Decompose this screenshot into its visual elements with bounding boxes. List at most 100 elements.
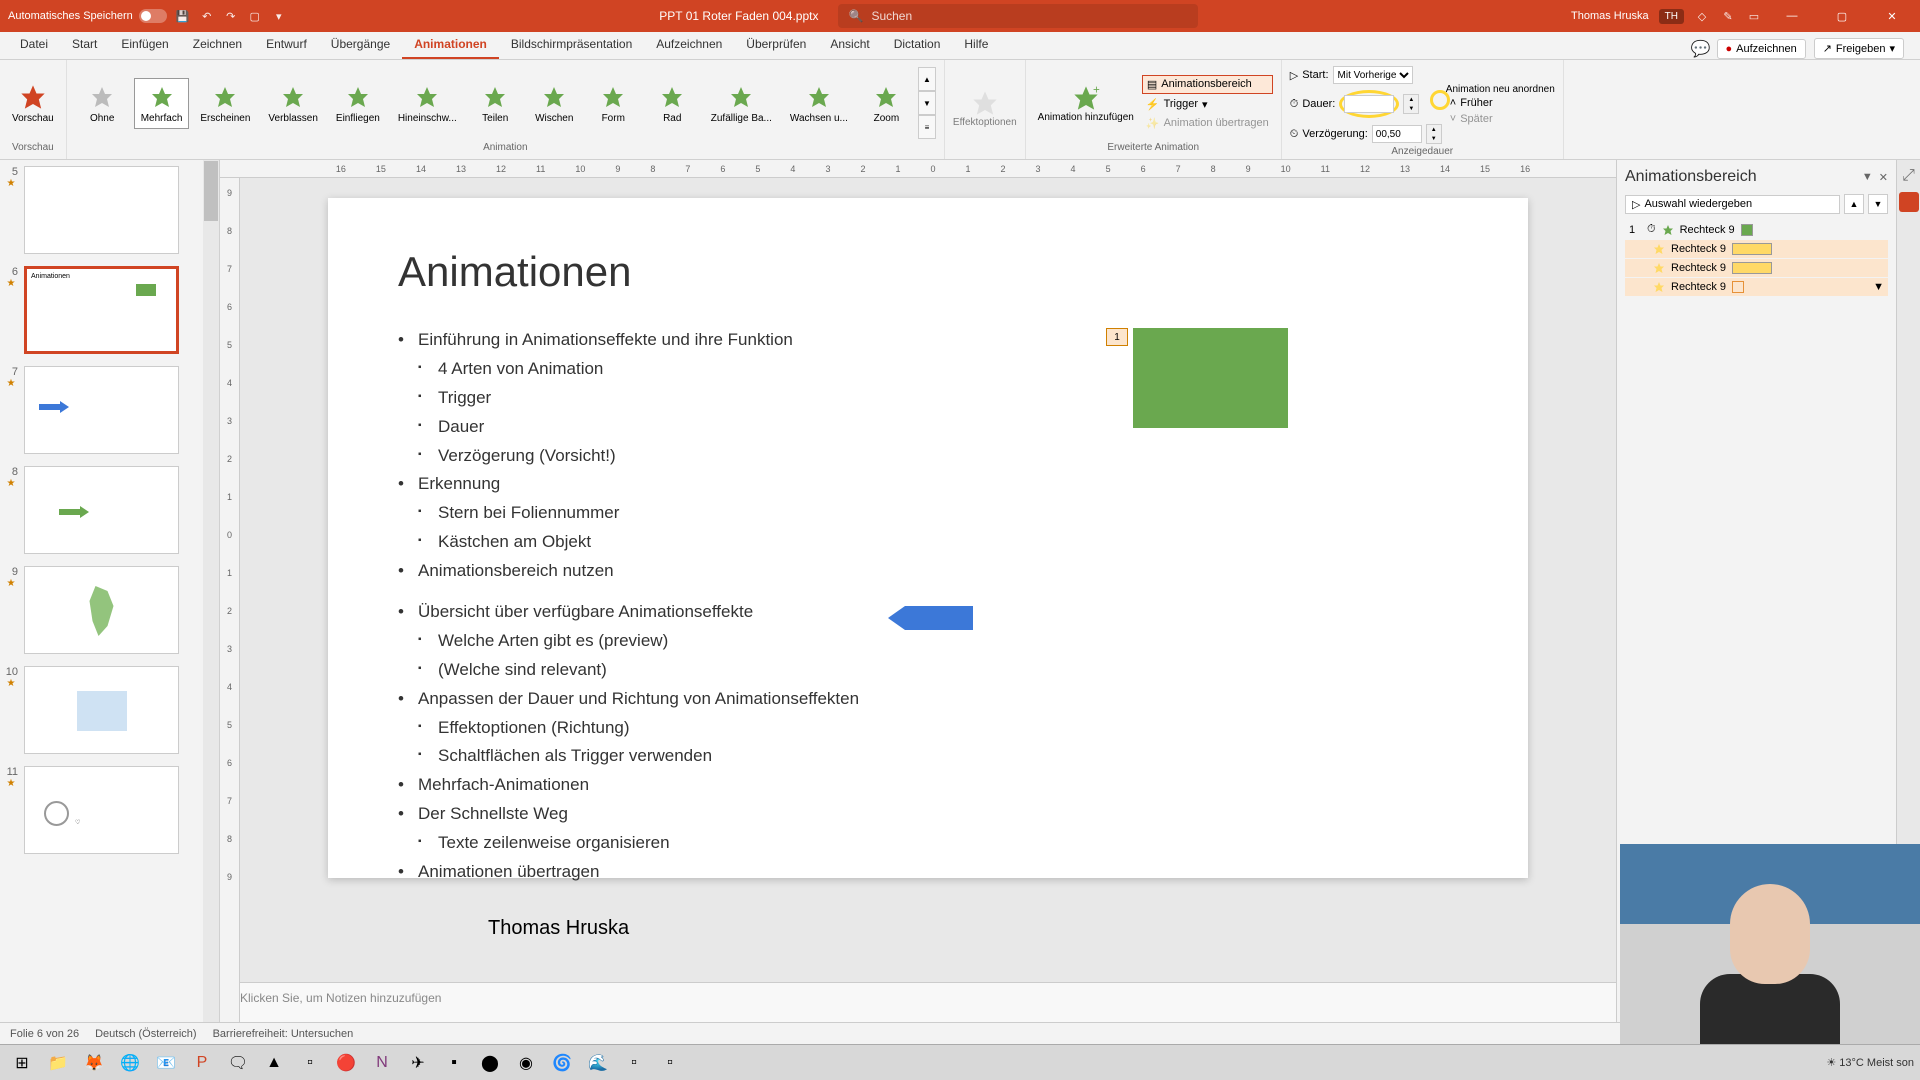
anim-list-item-3[interactable]: Rechteck 9▼ [1625,278,1888,296]
start-select[interactable]: Mit Vorheriger [1333,66,1413,84]
app4-icon[interactable]: ▪ [438,1047,470,1079]
share-button[interactable]: ↗Freigeben▾ [1814,38,1904,59]
move-up-button[interactable]: ▲ [1844,194,1864,214]
delay-input[interactable] [1372,125,1422,143]
animation-wachsenu[interactable]: Wachsen u... [783,78,855,129]
thumbnail-panel[interactable]: 5★6★Animationen7★8★9★10★11★♡ [0,160,220,1022]
pen-icon[interactable]: ✎ [1720,8,1736,24]
thumbnail-9[interactable]: 9★ [0,560,219,660]
animation-form[interactable]: Form [586,78,641,129]
tab-zeichnen[interactable]: Zeichnen [181,31,254,59]
anim-list-item-2[interactable]: Rechteck 9 [1625,259,1888,277]
animation-teilen[interactable]: Teilen [468,78,523,129]
animation-ohne[interactable]: Ohne [75,78,130,129]
animation-einfliegen[interactable]: Einfliegen [329,78,387,129]
slide[interactable]: Animationen 1 Einführung in Animationsef… [328,198,1528,878]
tab-übergänge[interactable]: Übergänge [319,31,402,59]
thumbnail-11[interactable]: 11★♡ [0,760,219,860]
anim-list-item-1[interactable]: Rechteck 9 [1625,240,1888,258]
animation-wischen[interactable]: Wischen [527,78,582,129]
app2-icon[interactable]: ▫ [294,1047,326,1079]
move-down-button[interactable]: ▼ [1868,194,1888,214]
duration-spinner[interactable]: ▲▼ [1403,94,1419,114]
outlook-icon[interactable]: 📧 [150,1047,182,1079]
user-name[interactable]: Thomas Hruska [1571,10,1649,22]
chevron-down-icon[interactable]: ▼ [1862,171,1873,184]
delay-spinner[interactable]: ▲▼ [1426,124,1442,144]
author-text[interactable]: Thomas Hruska [488,917,1458,940]
present-icon[interactable]: ▢ [247,8,263,24]
preview-button[interactable]: Vorschau [8,79,58,128]
slide-content[interactable]: Einführung in Animationseffekte und ihre… [398,326,1458,887]
thumbnail-10[interactable]: 10★ [0,660,219,760]
powerpoint-icon[interactable]: P [186,1047,218,1079]
user-badge[interactable]: TH [1659,9,1684,24]
explorer-icon[interactable]: 📁 [42,1047,74,1079]
telegram-icon[interactable]: ✈ [402,1047,434,1079]
gallery-more[interactable]: ≡ [918,115,936,139]
app7-icon[interactable]: ▫ [618,1047,650,1079]
app6-icon[interactable]: 🌀 [546,1047,578,1079]
duration-input[interactable] [1344,95,1394,113]
edge-icon[interactable]: 🌊 [582,1047,614,1079]
animation-zuflligeba[interactable]: Zufällige Ba... [704,78,779,129]
tab-überprüfen[interactable]: Überprüfen [734,31,818,59]
slide-counter[interactable]: Folie 6 von 26 [10,1028,79,1040]
notes-input[interactable]: Klicken Sie, um Notizen hinzuzufügen [220,982,1616,1022]
tab-entwurf[interactable]: Entwurf [254,31,319,59]
app8-icon[interactable]: ▫ [654,1047,686,1079]
comments-icon[interactable]: 💬 [1693,41,1709,57]
animation-rad[interactable]: Rad [645,78,700,129]
minimize-button[interactable]: — [1772,0,1812,32]
earlier-button[interactable]: ˄Früher [1446,95,1555,111]
play-selection-button[interactable]: ▷Auswahl wiedergeben [1625,195,1840,214]
editor-scrollbar[interactable] [1600,196,1616,942]
thumbnail-7[interactable]: 7★ [0,360,219,460]
redo-icon[interactable]: ↷ [223,8,239,24]
animation-erscheinen[interactable]: Erscheinen [193,78,257,129]
gallery-down[interactable]: ▼ [918,91,936,115]
app3-icon[interactable]: 🔴 [330,1047,362,1079]
maximize-button[interactable]: ▢ [1822,0,1862,32]
search-input[interactable]: 🔍 Suchen [838,4,1198,28]
app5-icon[interactable]: ◉ [510,1047,542,1079]
thumbnail-6[interactable]: 6★Animationen [0,260,219,360]
start-button[interactable]: ⊞ [6,1047,38,1079]
thumbnail-5[interactable]: 5★ [0,160,219,260]
tab-bildschirmpräsentation[interactable]: Bildschirmpräsentation [499,31,644,59]
obs-icon[interactable]: ⬤ [474,1047,506,1079]
thumb-scrollbar[interactable] [203,160,219,1022]
tab-datei[interactable]: Datei [8,31,60,59]
tab-hilfe[interactable]: Hilfe [952,31,1000,59]
tab-dictation[interactable]: Dictation [882,31,953,59]
thumbnail-8[interactable]: 8★ [0,460,219,560]
onenote-icon[interactable]: N [366,1047,398,1079]
close-pane-icon[interactable]: ✕ [1879,171,1888,184]
slide-canvas[interactable]: Animationen 1 Einführung in Animationsef… [240,178,1616,982]
diamond-icon[interactable]: ◇ [1694,8,1710,24]
close-button[interactable]: ✕ [1872,0,1912,32]
slide-title[interactable]: Animationen [398,248,1458,296]
tab-einfügen[interactable]: Einfügen [109,31,180,59]
animation-mehrfach[interactable]: Mehrfach [134,78,190,129]
add-animation-button[interactable]: + Animation hinzufügen [1034,80,1138,127]
window-icon[interactable]: ▭ [1746,8,1762,24]
expand-icon[interactable]: ⤢ [1901,168,1917,184]
trigger-button[interactable]: ⚡Trigger▾ [1142,96,1273,113]
filename[interactable]: PPT 01 Roter Faden 004.pptx [659,9,818,23]
record-button[interactable]: ●Aufzeichnen [1717,39,1806,59]
vlc-icon[interactable]: ▲ [258,1047,290,1079]
tab-aufzeichnen[interactable]: Aufzeichnen [644,31,734,59]
autosave-toggle[interactable]: Automatisches Speichern [8,9,167,23]
chrome-icon[interactable]: 🌐 [114,1047,146,1079]
accessibility-check[interactable]: Barrierefreiheit: Untersuchen [213,1028,354,1040]
save-icon[interactable]: 💾 [175,8,191,24]
dropdown-icon[interactable]: ▾ [271,8,287,24]
tab-start[interactable]: Start [60,31,109,59]
tab-animationen[interactable]: Animationen [402,31,499,59]
side-tab-button[interactable] [1899,192,1919,212]
firefox-icon[interactable]: 🦊 [78,1047,110,1079]
animation-hineinschw[interactable]: Hineinschw... [391,78,464,129]
app-icon[interactable]: 🗨 [222,1047,254,1079]
undo-icon[interactable]: ↶ [199,8,215,24]
